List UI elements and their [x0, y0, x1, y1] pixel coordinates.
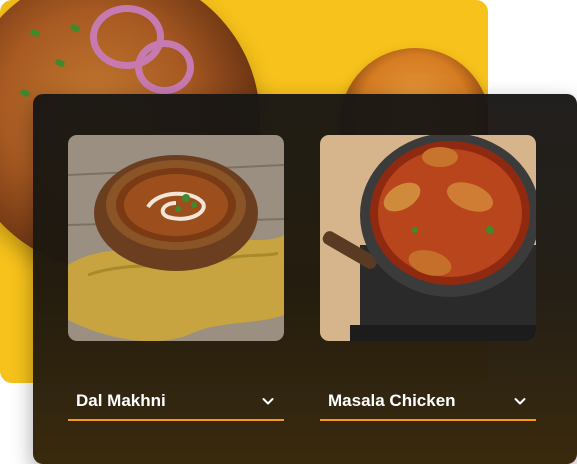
dish-label: Dal Makhni — [76, 391, 166, 410]
dish-selector-card: Dal Makhni Masala Chicken — [33, 94, 577, 464]
masala-chicken-dropdown[interactable]: Masala Chicken — [320, 383, 536, 421]
dish-item-masala-chicken: Masala Chicken — [320, 135, 536, 421]
dal-makhni-dropdown[interactable]: Dal Makhni — [68, 383, 284, 421]
herb-leaf — [69, 23, 81, 33]
dish-item-dal-makhni: Dal Makhni — [68, 135, 284, 421]
chevron-down-icon — [514, 398, 526, 405]
herb-leaf — [54, 58, 66, 68]
chevron-down-icon — [262, 398, 274, 405]
onion-ring — [135, 40, 194, 94]
herb-leaf — [29, 28, 41, 38]
dish-label: Masala Chicken — [328, 391, 456, 410]
herb-leaf — [19, 88, 31, 98]
dal-makhni-photo — [68, 135, 284, 341]
masala-chicken-photo — [320, 135, 536, 341]
